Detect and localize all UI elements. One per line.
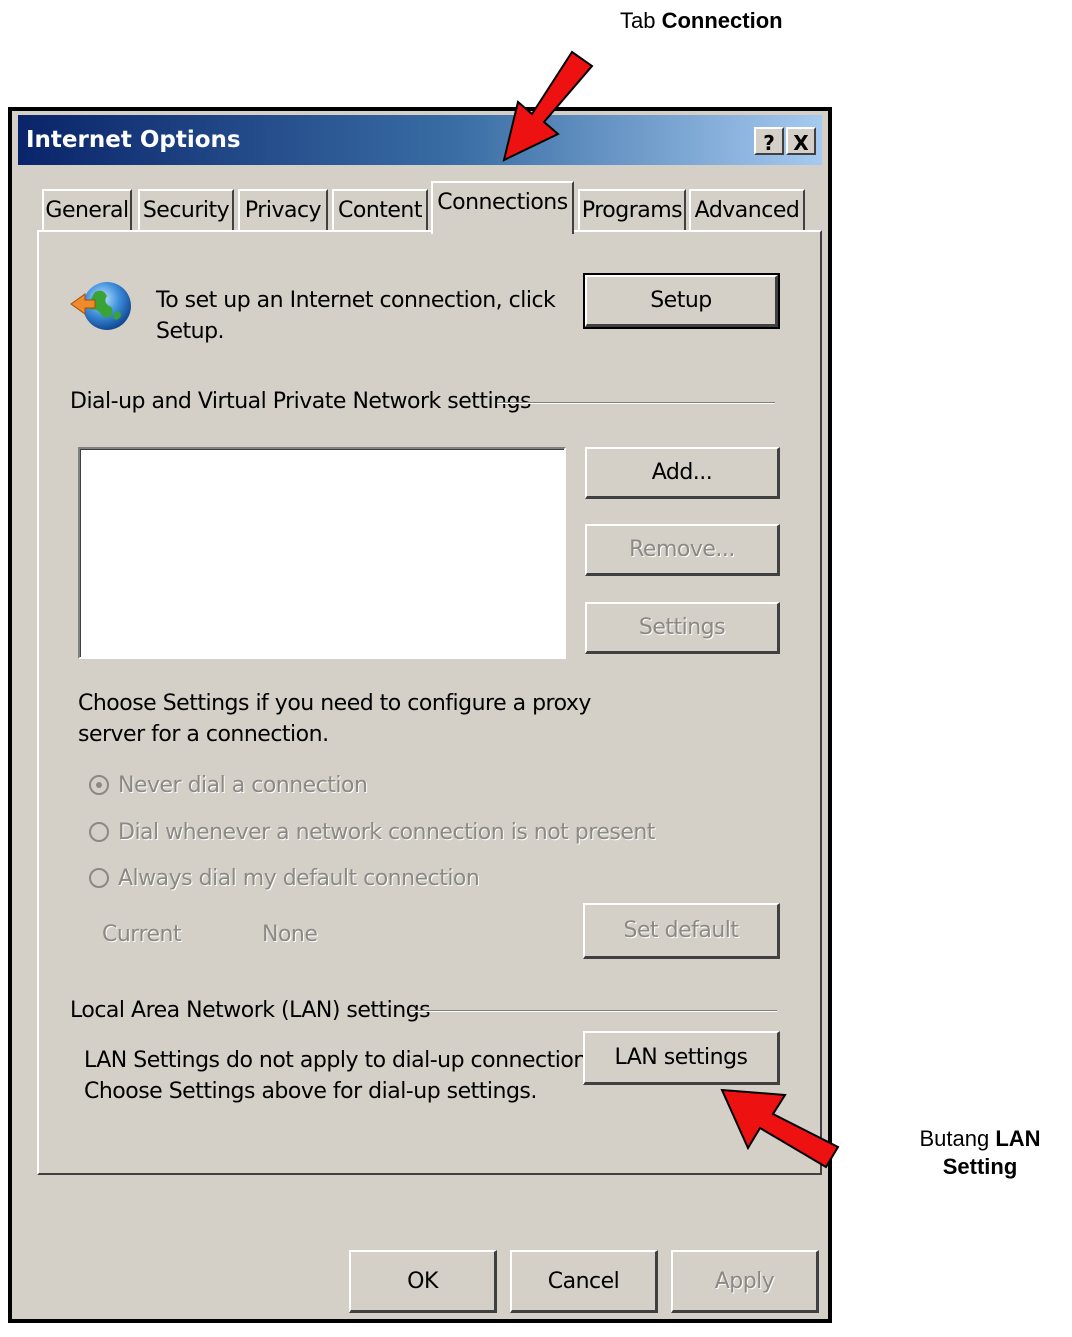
dialup-group-divider xyxy=(497,402,775,404)
setup-button[interactable]: Setup xyxy=(583,273,780,329)
help-button[interactable]: ? xyxy=(754,127,784,155)
annotation-button-bold-1: LAN xyxy=(995,1126,1041,1151)
lan-group-label: Local Area Network (LAN) settings xyxy=(70,998,431,1023)
settings-button[interactable]: Settings xyxy=(585,602,780,654)
lan-text-line2: Choose Settings above for dial-up settin… xyxy=(84,1079,537,1104)
annotation-tab-connection: Tab Connection xyxy=(620,8,783,34)
lan-text-line1: LAN Settings do not apply to dial-up con… xyxy=(84,1048,605,1073)
ok-button[interactable]: OK xyxy=(349,1250,497,1313)
remove-button[interactable]: Remove... xyxy=(585,524,780,576)
annotation-tab-bold: Connection xyxy=(661,8,783,33)
set-default-button[interactable]: Set default xyxy=(583,903,780,959)
lan-settings-button[interactable]: LAN settings xyxy=(583,1031,780,1085)
add-button[interactable]: Add... xyxy=(585,447,780,499)
setup-text-line1: To set up an Internet connection, click xyxy=(156,288,556,313)
lan-group-divider xyxy=(410,1010,777,1012)
dialup-connections-list[interactable] xyxy=(78,447,566,659)
current-label: Current xyxy=(102,922,182,947)
radio-always-dial-label[interactable]: Always dial my default connection xyxy=(118,863,480,894)
proxy-hint-line1: Choose Settings if you need to configure… xyxy=(78,691,591,716)
radio-always-dial[interactable] xyxy=(89,868,109,888)
annotation-button-prefix: Butang xyxy=(919,1126,996,1151)
current-value: None xyxy=(262,922,318,947)
dialog-title: Internet Options xyxy=(26,127,241,153)
tab-programs[interactable]: Programs xyxy=(578,189,686,231)
radio-dial-whenever[interactable] xyxy=(89,822,109,842)
setup-text-line2: Setup. xyxy=(156,319,225,344)
apply-button[interactable]: Apply xyxy=(671,1250,819,1313)
internet-options-dialog: Internet Options ? X General Security Pr… xyxy=(8,107,832,1323)
tab-general[interactable]: General xyxy=(42,189,132,231)
tab-advanced[interactable]: Advanced xyxy=(689,189,805,231)
tab-connections[interactable]: Connections xyxy=(431,181,574,234)
radio-never-dial-label[interactable]: Never dial a connection xyxy=(118,770,368,801)
dialup-group-label: Dial-up and Virtual Private Network sett… xyxy=(70,389,532,414)
title-bar[interactable]: Internet Options ? X xyxy=(18,115,822,165)
radio-dial-whenever-label[interactable]: Dial whenever a network connection is no… xyxy=(118,817,655,848)
tab-privacy[interactable]: Privacy xyxy=(238,189,328,231)
annotation-tab-prefix: Tab xyxy=(620,8,662,33)
close-button[interactable]: X xyxy=(786,127,816,155)
radio-never-dial[interactable] xyxy=(89,775,109,795)
tab-security[interactable]: Security xyxy=(138,189,234,231)
annotation-button-bold-2: Setting xyxy=(942,1154,1018,1179)
globe-arrow-icon xyxy=(67,276,137,338)
proxy-hint-line2: server for a connection. xyxy=(78,722,329,747)
tab-content[interactable]: Content xyxy=(332,189,428,231)
annotation-lan-button: Butang LAN Setting xyxy=(905,1125,1055,1181)
cancel-button[interactable]: Cancel xyxy=(510,1250,658,1313)
